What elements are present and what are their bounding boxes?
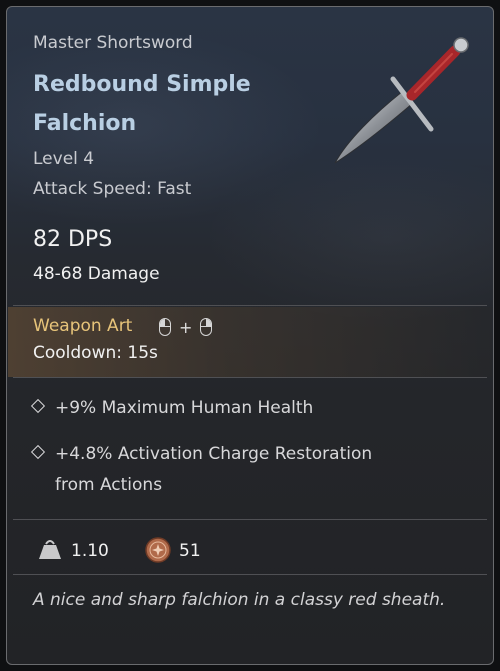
divider — [13, 574, 487, 575]
item-subtype: Master Shortsword — [33, 33, 193, 53]
dps-value: 82 DPS — [33, 227, 113, 252]
weapon-art-cooldown: Cooldown: 15s — [33, 343, 158, 363]
item-level: Level 4 — [33, 149, 95, 169]
perk-item: +9% Maximum Human Health — [30, 393, 433, 424]
damage-range: 48-68 Damage — [33, 264, 160, 284]
divider — [13, 377, 487, 378]
mouse-right-icon — [200, 318, 213, 336]
item-description: A nice and sharp falchion in a classy re… — [33, 590, 446, 610]
divider — [13, 519, 487, 520]
mouse-left-icon — [159, 318, 171, 336]
weapon-art-title: Weapon Art — [33, 316, 133, 336]
perk-item: +4.8% Activation Charge Restoration from… — [30, 439, 433, 501]
item-name: Redbound Simple Falchion — [33, 72, 251, 136]
price-value: 51 — [179, 541, 201, 561]
divider — [13, 305, 487, 306]
attack-speed: Attack Speed: Fast — [33, 179, 192, 199]
keys-plus: + — [179, 317, 193, 337]
weight-icon — [39, 540, 61, 559]
diamond-bullet-icon — [30, 398, 46, 414]
item-tooltip: Master Shortsword Redbound Simple Falchi… — [6, 6, 494, 665]
falchion-icon — [334, 37, 469, 164]
coin-icon — [145, 537, 171, 563]
weight-value: 1.10 — [71, 541, 109, 561]
diamond-bullet-icon — [30, 444, 46, 460]
weapon-art-keys: + — [159, 316, 213, 338]
